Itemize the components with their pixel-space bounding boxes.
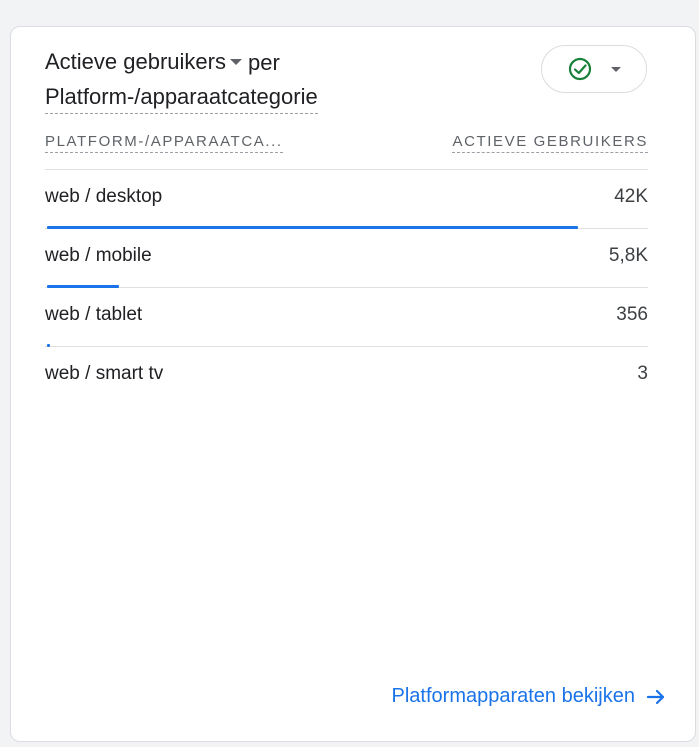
arrow-right-icon [646,689,665,704]
dimension-selector[interactable]: Platform-/apparaatcategorie [45,82,318,114]
row-value: 3 [637,363,648,384]
table-row: web / smart tv 3 [45,347,648,405]
card-title: Actieve gebruikers per Platform-/apparaa… [45,47,465,114]
view-platform-devices-link[interactable]: Platformapparaten bekijken [392,685,667,708]
row-label: web / mobile [45,245,152,266]
table-body: web / desktop 42K web / mobile 5,8K web … [45,170,648,405]
comparison-status-button[interactable] [541,45,647,93]
row-value: 5,8K [608,245,648,266]
footer-link-label: Platformapparaten bekijken [391,685,635,707]
table-header: PLATFORM-/APPARAATCA... ACTIEVE GEBRUIKE… [45,133,648,163]
check-circle-icon [568,57,592,81]
table-row: web / mobile 5,8K [45,229,648,288]
table-row: web / tablet 356 [45,288,648,347]
row-value: 42K [614,186,648,207]
row-value: 356 [616,304,648,325]
row-label: web / desktop [45,186,163,207]
row-label: web / smart tv [45,363,164,384]
chevron-down-icon[interactable] [229,58,242,65]
column-header-dimension[interactable]: PLATFORM-/APPARAATCA... [45,133,283,153]
column-header-metric[interactable]: ACTIEVE GEBRUIKERS [452,133,648,153]
title-connector: per [247,49,280,75]
metric-selector[interactable]: Actieve gebruikers [45,47,226,78]
row-label: web / tablet [45,304,143,325]
chevron-down-icon [611,66,621,72]
table-row: web / desktop 42K [45,170,648,229]
